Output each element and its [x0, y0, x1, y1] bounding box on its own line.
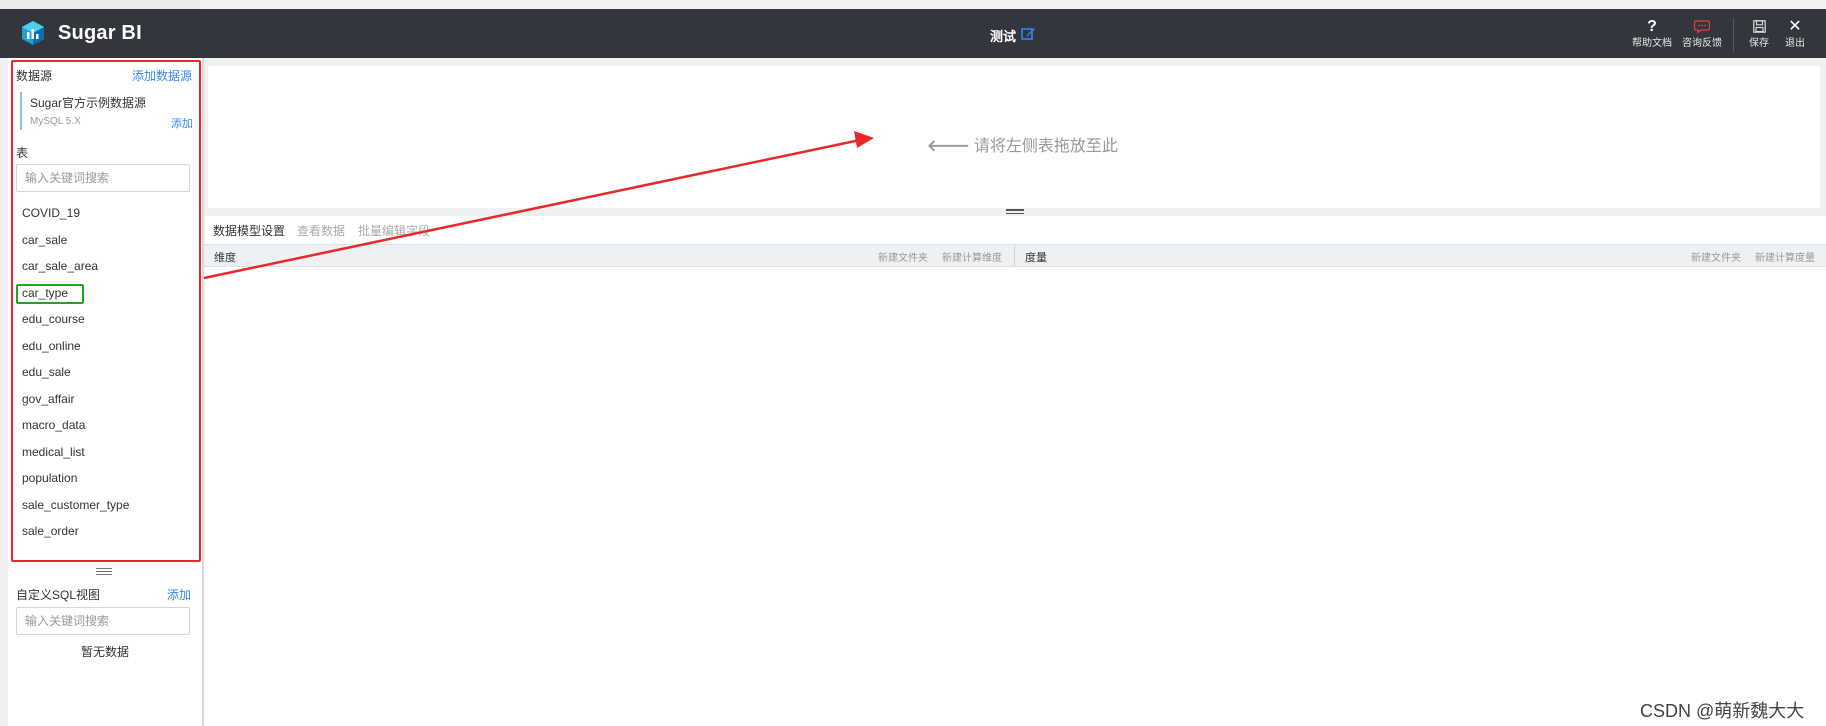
- sugar-bi-logo-icon: [22, 21, 44, 45]
- field-settings-area: [204, 216, 1826, 726]
- table-item-sale-order[interactable]: sale_order: [22, 524, 79, 538]
- feedback-button[interactable]: 咨询反馈: [1679, 17, 1725, 55]
- table-search-input[interactable]: [16, 164, 190, 192]
- table-item-medical-list[interactable]: medical_list: [22, 445, 85, 459]
- top-bar: Sugar BI 测试 ? 帮助文档 咨询反馈 保存 ✕ 退出: [0, 9, 1826, 58]
- dimension-new-calc-button[interactable]: 新建计算维度: [942, 249, 1002, 264]
- measure-new-calc-button[interactable]: 新建计算度量: [1755, 249, 1815, 264]
- table-item-covid-19[interactable]: COVID_19: [22, 206, 80, 220]
- tab-data-model-settings[interactable]: 数据模型设置: [213, 222, 285, 239]
- browser-tab-area: [0, 0, 200, 9]
- help-doc-label: 帮助文档: [1632, 38, 1672, 49]
- exit-button[interactable]: ✕ 退出: [1773, 17, 1817, 55]
- table-item-car-type[interactable]: car_type: [22, 286, 68, 300]
- exit-label: 退出: [1785, 38, 1805, 49]
- watermark: CSDN @萌新魏大大: [1640, 701, 1805, 721]
- dimension-column-title: 维度: [214, 252, 236, 264]
- table-item-sale-customer-type[interactable]: sale_customer_type: [22, 498, 129, 512]
- tables-section-label: 表: [16, 146, 29, 160]
- toolbar-divider: [1733, 18, 1734, 52]
- add-sql-view-link[interactable]: 添加: [167, 586, 191, 603]
- table-item-macro-data[interactable]: macro_data: [22, 418, 85, 432]
- add-datasource-link[interactable]: 添加数据源: [132, 67, 192, 84]
- drop-hint: 🡐 请将左侧表拖放至此: [927, 132, 1118, 156]
- left-panel-splitter[interactable]: [96, 566, 112, 575]
- field-column-divider: [1014, 245, 1015, 266]
- help-doc-button[interactable]: ? 帮助文档: [1629, 17, 1675, 55]
- browser-top-strip: [0, 0, 1826, 9]
- sql-view-search-input[interactable]: [16, 607, 190, 635]
- datasource-indicator: [20, 92, 22, 130]
- datasource-section-label: 数据源: [16, 69, 53, 83]
- feedback-label: 咨询反馈: [1682, 38, 1722, 49]
- table-item-car-sale[interactable]: car_sale: [22, 233, 67, 247]
- arrow-left-icon: 🡐: [927, 138, 970, 155]
- dimension-new-folder-button[interactable]: 新建文件夹: [878, 249, 928, 264]
- document-title[interactable]: 测试: [990, 26, 1016, 45]
- question-icon: ?: [1647, 18, 1657, 35]
- tab-view-data[interactable]: 查看数据: [297, 222, 345, 239]
- add-datasource-table-link[interactable]: 添加: [171, 115, 193, 131]
- table-item-edu-course[interactable]: edu_course: [22, 312, 85, 326]
- sql-view-section-label: 自定义SQL视图: [16, 588, 101, 602]
- sql-view-empty-text: 暂无数据: [80, 645, 129, 659]
- table-item-population[interactable]: population: [22, 471, 77, 485]
- chat-bubble-icon: [1679, 17, 1725, 37]
- table-item-gov-affair[interactable]: gov_affair: [22, 392, 74, 406]
- edit-title-icon[interactable]: [1021, 26, 1036, 41]
- tab-batch-edit-fields[interactable]: 批量编辑字段: [358, 222, 430, 239]
- table-item-edu-sale[interactable]: edu_sale: [22, 365, 71, 379]
- datasource-name[interactable]: Sugar官方示例数据源: [30, 94, 146, 111]
- table-item-edu-online[interactable]: edu_online: [22, 339, 81, 353]
- close-icon: ✕: [1788, 18, 1802, 35]
- field-column-header-bar: [204, 244, 1826, 267]
- brand-name: Sugar BI: [58, 22, 142, 44]
- drop-hint-text: 请将左侧表拖放至此: [973, 138, 1118, 155]
- datasource-type: MySQL 5.X: [30, 116, 81, 127]
- measure-column-title: 度量: [1025, 252, 1047, 264]
- table-item-car-sale-area[interactable]: car_sale_area: [22, 259, 98, 273]
- measure-new-folder-button[interactable]: 新建文件夹: [1691, 249, 1741, 264]
